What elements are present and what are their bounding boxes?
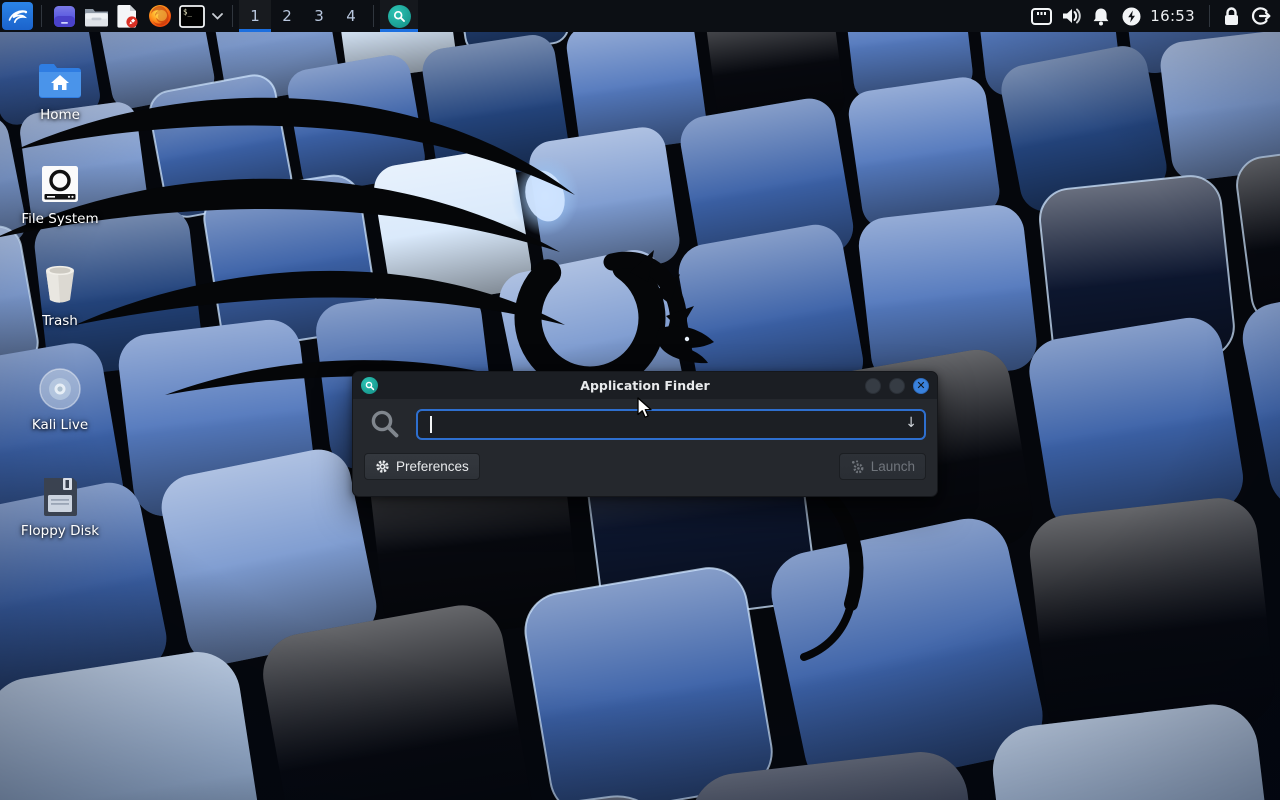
kali-dragon-icon (6, 5, 30, 27)
home-folder-icon (37, 56, 83, 100)
workspace-4[interactable]: 4 (335, 0, 367, 32)
launch-label: Launch (871, 459, 915, 474)
preferences-label: Preferences (396, 459, 469, 474)
system-tray: 16:53 (1026, 0, 1280, 32)
top-panel: $_ 1 2 3 4 (0, 0, 1280, 32)
workspace-2[interactable]: 2 (271, 0, 303, 32)
panel-separator (41, 5, 42, 27)
desktop: $_ 1 2 3 4 (0, 0, 1280, 800)
desktop-icon-label: Home (40, 107, 80, 123)
trash-can-icon (40, 262, 80, 306)
launch-gear-icon (850, 459, 865, 474)
power-manager-icon[interactable] (1116, 0, 1146, 32)
desktop-icon-floppy-disk[interactable]: Floppy Disk (12, 472, 108, 539)
search-input[interactable] (416, 409, 926, 440)
file-manager-icon (84, 6, 109, 27)
panel-separator (1209, 5, 1210, 27)
launcher-file-manager[interactable] (80, 0, 112, 32)
launcher-firefox[interactable] (144, 0, 176, 32)
launch-button[interactable]: Launch (839, 453, 926, 480)
terminal-dropdown-chevron[interactable] (208, 0, 226, 32)
search-icon-large (364, 408, 406, 440)
terminal-icon: $_ (179, 5, 205, 28)
workspace-pager: 1 2 3 4 (239, 0, 367, 32)
preferences-button[interactable]: Preferences (364, 453, 480, 480)
taskbar-application-finder[interactable] (380, 0, 418, 32)
chevron-down-icon (212, 13, 223, 20)
panel-separator (373, 5, 374, 27)
hard-drive-icon (40, 160, 80, 204)
panel-separator (232, 5, 233, 27)
text-editor-icon (117, 4, 139, 28)
workspace-1[interactable]: 1 (239, 0, 271, 32)
launcher-text-editor[interactable] (112, 0, 144, 32)
terminal-glyph: $_ (183, 7, 193, 16)
launcher-window-manager[interactable] (48, 0, 80, 32)
kali-menu-button[interactable] (2, 2, 33, 30)
close-icon: ✕ (916, 380, 925, 391)
window-manager-icon (53, 5, 76, 28)
notifications-bell-icon[interactable] (1086, 0, 1116, 32)
logout-icon[interactable] (1246, 0, 1276, 32)
application-finder-icon (361, 377, 378, 394)
desktop-icon-kali-live[interactable]: Kali Live (12, 366, 108, 433)
titlebar[interactable]: Application Finder ✕ (353, 372, 937, 399)
lock-icon[interactable] (1216, 0, 1246, 32)
gear-icon (375, 459, 390, 474)
desktop-icon-label: Kali Live (32, 417, 88, 433)
desktop-icon-home[interactable]: Home (12, 56, 108, 123)
text-caret (430, 416, 432, 433)
network-icon[interactable] (1026, 0, 1056, 32)
close-button[interactable]: ✕ (913, 378, 929, 394)
window-title: Application Finder (353, 378, 937, 393)
firefox-icon (148, 4, 172, 28)
desktop-icon-file-system[interactable]: File System (12, 160, 108, 227)
floppy-disk-icon (41, 472, 79, 516)
search-icon (388, 5, 411, 28)
maximize-button[interactable] (889, 378, 905, 394)
optical-disc-icon (39, 366, 81, 410)
desktop-icon-label: Floppy Disk (21, 523, 99, 539)
panel-clock[interactable]: 16:53 (1146, 7, 1203, 25)
workspace-3[interactable]: 3 (303, 0, 335, 32)
launcher-terminal[interactable]: $_ (176, 0, 208, 32)
application-finder-window: Application Finder ✕ ↓ (352, 371, 938, 497)
desktop-icon-trash[interactable]: Trash (12, 262, 108, 329)
desktop-icon-label: File System (21, 211, 98, 227)
volume-icon[interactable] (1056, 0, 1086, 32)
desktop-icon-label: Trash (42, 313, 78, 329)
minimize-button[interactable] (865, 378, 881, 394)
